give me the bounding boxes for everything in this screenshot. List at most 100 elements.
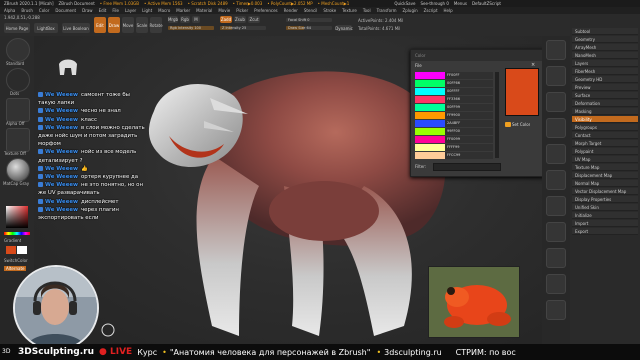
- menu-alpha[interactable]: Alpha: [4, 8, 15, 13]
- rgb-intensity-slider[interactable]: Rgb Intensity 100: [168, 26, 214, 30]
- hue-slider[interactable]: [4, 232, 30, 235]
- menu-color[interactable]: Color: [39, 8, 49, 13]
- scroll-icon[interactable]: [546, 66, 566, 86]
- palette-import[interactable]: Import: [572, 220, 638, 227]
- menu-zplugin[interactable]: Zplugin: [403, 8, 418, 13]
- menu-document[interactable]: Document: [55, 8, 76, 13]
- color-swatch-row[interactable]: 00FFFF: [415, 88, 493, 95]
- palette-layers[interactable]: Layers: [572, 60, 638, 67]
- palette-arraymesh[interactable]: ArrayMesh: [572, 44, 638, 51]
- color-swatch-row[interactable]: 2A4BFF: [415, 120, 493, 127]
- palette-unified-skin[interactable]: Unified Skin: [572, 204, 638, 211]
- menu-draw[interactable]: Draw: [82, 8, 92, 13]
- palette-surface[interactable]: Surface: [572, 92, 638, 99]
- lightbox-button[interactable]: LightBox: [34, 23, 58, 33]
- menu-stencil[interactable]: Stencil: [304, 8, 318, 13]
- bpr-icon[interactable]: [546, 40, 566, 60]
- live-boolean-button[interactable]: Live Boolean: [62, 23, 90, 33]
- mrgb-button[interactable]: Mrgb: [168, 16, 178, 23]
- color-swatch-row[interactable]: FF3366: [415, 96, 493, 103]
- swatch-scrollbar[interactable]: [495, 72, 499, 158]
- aahalf-icon[interactable]: [546, 144, 566, 164]
- filter-input[interactable]: [433, 163, 501, 171]
- palette-uv-map[interactable]: UV Map: [572, 156, 638, 163]
- palette-displacement-map[interactable]: Displacement Map: [572, 172, 638, 179]
- menu-render[interactable]: Render: [284, 8, 298, 13]
- alternate-button[interactable]: Alternate: [4, 266, 27, 271]
- focal-shift-slider[interactable]: Focal Shift 0: [286, 18, 332, 22]
- color-window-header[interactable]: Color: [411, 50, 543, 61]
- z-intensity-slider[interactable]: Z Intensity 25: [220, 26, 266, 30]
- rgb-button[interactable]: Rgb: [180, 16, 190, 23]
- color-swatch-row[interactable]: FF0099: [415, 136, 493, 143]
- palette-contact[interactable]: Contact: [572, 132, 638, 139]
- palette-visibility[interactable]: Visibility: [572, 116, 638, 123]
- palette-masking[interactable]: Masking: [572, 108, 638, 115]
- zadd-button[interactable]: Zadd: [220, 16, 232, 23]
- menu-file[interactable]: File: [112, 8, 119, 13]
- palette-deformation[interactable]: Deformation: [572, 100, 638, 107]
- menu-transform[interactable]: Transform: [377, 8, 397, 13]
- menu-movie[interactable]: Movie: [218, 8, 230, 13]
- palette-subtool[interactable]: Subtool: [572, 28, 638, 35]
- menu-edit[interactable]: Edit: [99, 8, 107, 13]
- standard-brush-icon[interactable]: [6, 38, 30, 62]
- move-button[interactable]: Move: [122, 17, 134, 33]
- palette-fibermesh[interactable]: FiberMesh: [572, 68, 638, 75]
- move-view-icon[interactable]: [546, 300, 566, 320]
- palette-polypaint[interactable]: Polypaint: [572, 148, 638, 155]
- file-label[interactable]: File: [415, 63, 422, 68]
- zsub-button[interactable]: Zsub: [234, 16, 246, 23]
- color-swatch-row[interactable]: FFCC99: [415, 152, 493, 159]
- draw-size-slider[interactable]: Draw Size 64: [286, 26, 332, 30]
- tool-thumbnail-icon[interactable]: [56, 56, 80, 76]
- set-color-button[interactable]: Set Color: [512, 122, 530, 127]
- menu-brush[interactable]: Brush: [21, 8, 33, 13]
- menu-texture[interactable]: Texture: [342, 8, 357, 13]
- menu-light[interactable]: Light: [142, 8, 152, 13]
- palette-texture-map[interactable]: Texture Map: [572, 164, 638, 171]
- color-swatch-row[interactable]: FF9900: [415, 112, 493, 119]
- menu-stroke[interactable]: Stroke: [323, 8, 336, 13]
- color-swatch-row[interactable]: 00FF66: [415, 80, 493, 87]
- edit-button[interactable]: Edit: [94, 17, 106, 33]
- menu-preferences[interactable]: Preferences: [254, 8, 278, 13]
- frame-icon[interactable]: [546, 274, 566, 294]
- palette-vector-displacement[interactable]: Vector Displacement Map: [572, 188, 638, 195]
- floor-icon[interactable]: [546, 196, 566, 216]
- secondary-color-swatch[interactable]: [17, 246, 27, 254]
- palette-nanomesh[interactable]: NanoMesh: [572, 52, 638, 59]
- color-picker-square[interactable]: [6, 206, 28, 228]
- switchcolor-label[interactable]: SwitchColor: [4, 258, 28, 263]
- default-zscript-button[interactable]: DefaultZScript: [472, 1, 501, 6]
- palette-normal-map[interactable]: Normal Map: [572, 180, 638, 187]
- menus-button[interactable]: Menus: [454, 1, 467, 6]
- palette-morph-target[interactable]: Morph Target: [572, 140, 638, 147]
- palette-polygroups[interactable]: Polygroups: [572, 124, 638, 131]
- menu-macro[interactable]: Macro: [158, 8, 170, 13]
- alpha-off-icon[interactable]: [6, 98, 30, 122]
- palette-preview[interactable]: Preview: [572, 84, 638, 91]
- dynamic-button[interactable]: Dynamic: [335, 25, 353, 31]
- draw-button[interactable]: Draw: [108, 17, 120, 33]
- color-swatch-row[interactable]: 99FF00: [415, 128, 493, 135]
- persp-icon[interactable]: [546, 170, 566, 190]
- palette-geometry[interactable]: Geometry: [572, 36, 638, 43]
- palette-export[interactable]: Export: [572, 228, 638, 235]
- m-button[interactable]: M: [192, 16, 200, 23]
- menu-tool[interactable]: Tool: [363, 8, 371, 13]
- menu-marker[interactable]: Marker: [176, 8, 190, 13]
- menu-help[interactable]: Help: [444, 8, 453, 13]
- texture-off-icon[interactable]: [6, 128, 30, 152]
- material-sphere-icon[interactable]: [6, 158, 30, 182]
- actual-icon[interactable]: [546, 118, 566, 138]
- xyz-icon[interactable]: [546, 248, 566, 268]
- dots-stroke-icon[interactable]: [6, 68, 30, 92]
- palette-display-properties[interactable]: Display Properties: [572, 196, 638, 203]
- home-page-button[interactable]: Home Page: [4, 23, 30, 33]
- scale-button[interactable]: Scale: [136, 17, 148, 33]
- zoom-icon[interactable]: [546, 92, 566, 112]
- menu-picker[interactable]: Picker: [236, 8, 248, 13]
- color-swatch-row[interactable]: FFFF99: [415, 144, 493, 151]
- menu-material[interactable]: Material: [196, 8, 212, 13]
